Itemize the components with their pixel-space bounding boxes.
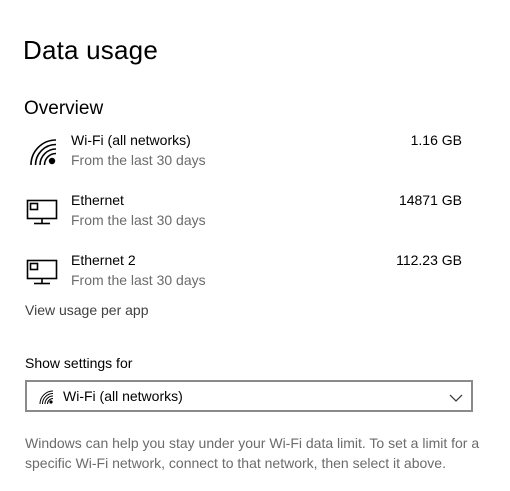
usage-item-subtitle: From the last 30 days [71,272,206,288]
usage-item-subtitle: From the last 30 days [71,212,206,228]
usage-item-subtitle: From the last 30 days [71,152,206,168]
usage-item-amount: 1.16 GB [410,132,462,148]
usage-item-ethernet-2: Ethernet 2 From the last 30 days 112.23 … [0,251,510,295]
network-select[interactable]: Wi-Fi (all networks) [25,380,473,412]
usage-item-name: Ethernet 2 [71,252,136,268]
usage-item-amount: 14871 GB [398,192,462,208]
usage-item-name: Ethernet [71,192,124,208]
network-select-value: Wi-Fi (all networks) [63,388,183,404]
page-title: Data usage [23,35,158,65]
show-settings-label: Show settings for [25,355,133,371]
wifi-icon [26,135,58,167]
chevron-down-icon [449,390,463,402]
help-text: Windows can help you stay under your Wi-… [25,435,480,471]
usage-item-ethernet: Ethernet From the last 30 days 14871 GB [0,191,510,235]
overview-heading: Overview [24,98,104,119]
usage-item-name: Wi-Fi (all networks) [71,132,191,148]
ethernet-icon [26,255,58,287]
ethernet-icon [26,195,58,227]
view-usage-per-app-link[interactable]: View usage per app [25,301,149,320]
wifi-icon [38,389,54,405]
usage-item-amount: 112.23 GB [396,252,462,268]
usage-item-wifi: Wi-Fi (all networks) From the last 30 da… [0,131,510,175]
